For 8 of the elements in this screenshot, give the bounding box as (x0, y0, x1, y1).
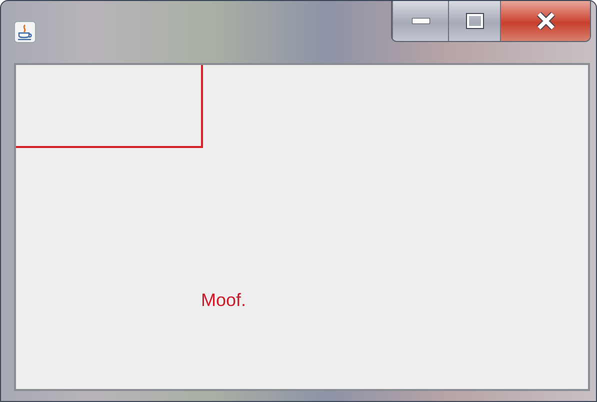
close-button[interactable] (500, 1, 590, 41)
maximize-button[interactable] (448, 1, 500, 41)
java-cup-icon (14, 21, 36, 43)
canvas-text: Moof. (201, 290, 246, 311)
close-icon (536, 12, 556, 30)
maximize-icon (466, 13, 484, 29)
minimize-button[interactable] (392, 1, 448, 41)
minimize-icon (412, 18, 430, 24)
